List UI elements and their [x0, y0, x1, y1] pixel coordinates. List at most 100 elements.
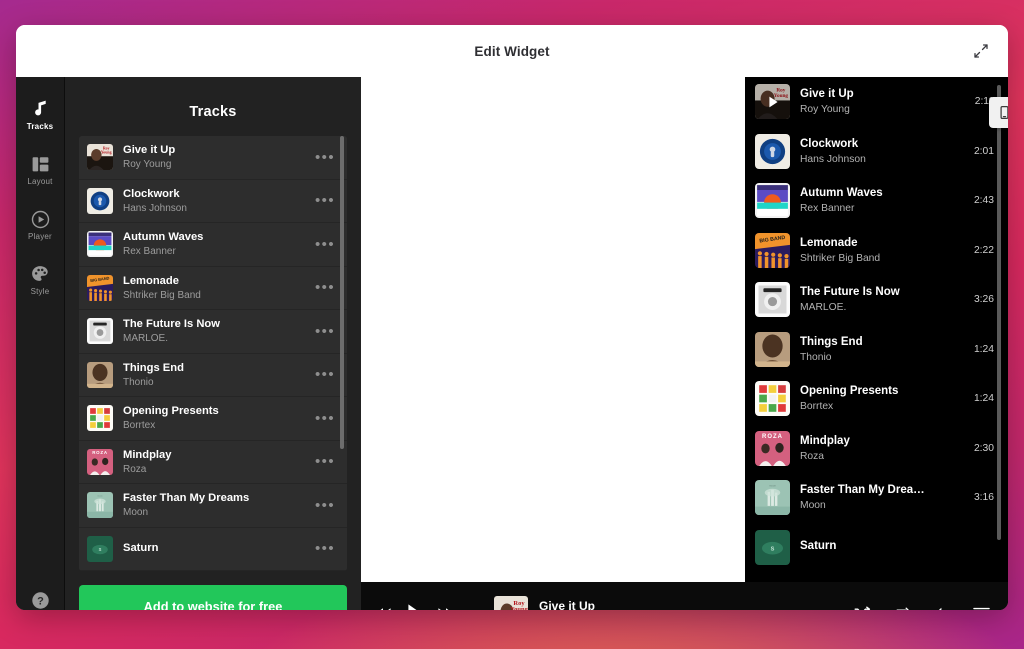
list-item[interactable]: BIG BAND Lemonade Shtriker Big Band 2:22: [745, 226, 1008, 276]
add-to-website-button[interactable]: Add to website for free: [79, 585, 347, 610]
list-item[interactable]: Opening Presents Borrtex 1:24: [745, 374, 1008, 424]
list-item[interactable]: Roy Young Give it Up Roy Young 2:11: [745, 77, 1008, 127]
table-row[interactable]: Opening Presents Borrtex •••: [79, 397, 347, 441]
track-title: Faster Than My Dreams: [123, 492, 250, 505]
list-item[interactable]: The Future Is Now MARLOE. 3:26: [745, 275, 1008, 325]
layout-grid-icon: [30, 154, 50, 174]
next-icon[interactable]: [437, 606, 454, 610]
list-item[interactable]: Autumn Waves Rex Banner 2:43: [745, 176, 1008, 226]
track-artist: Roy Young: [800, 104, 850, 116]
track-menu-button[interactable]: •••: [309, 237, 341, 252]
repeat-icon[interactable]: [894, 606, 910, 610]
table-row[interactable]: S Saturn •••: [79, 527, 347, 571]
svg-text:ROZA: ROZA: [92, 450, 108, 455]
sidebar-item-style[interactable]: Style: [16, 258, 65, 300]
list-item[interactable]: S Saturn: [745, 523, 1008, 573]
track-title: The Future Is Now: [123, 318, 220, 331]
list-item[interactable]: Clockwork Hans Johnson 2:01: [745, 127, 1008, 177]
sidebar-item-player[interactable]: Player: [16, 203, 65, 245]
track-menu-button[interactable]: •••: [309, 324, 341, 339]
play-icon[interactable]: [406, 603, 423, 610]
track-artist: MARLOE.: [800, 302, 847, 314]
previous-icon[interactable]: [375, 606, 392, 610]
svg-text:Roy: Roy: [103, 147, 110, 151]
track-title: Give it Up: [800, 88, 854, 101]
track-artist: Thonio: [800, 351, 832, 363]
track-meta: Opening Presents Borrtex: [123, 404, 299, 432]
album-art: ROZA: [755, 430, 790, 466]
svg-text:moon: moon: [769, 484, 776, 488]
track-menu-button[interactable]: •••: [309, 454, 341, 469]
track-title: Autumn Waves: [800, 187, 883, 200]
table-row[interactable]: Things End Thonio •••: [79, 353, 347, 397]
tracks-scrollbar[interactable]: [340, 136, 344, 450]
shuffle-icon[interactable]: [854, 606, 871, 610]
track-artist: Shtriker Big Band: [123, 289, 201, 301]
svg-text:Young: Young: [510, 606, 528, 610]
preview-scrollbar[interactable]: [997, 85, 1001, 540]
album-art: [87, 405, 113, 432]
list-item[interactable]: moon Faster Than My Drea… Moon 3:16: [745, 473, 1008, 523]
now-playing-meta: Give it Up Roy Young: [539, 598, 595, 610]
album-art: [755, 331, 790, 367]
track-meta: Saturn: [800, 539, 980, 555]
album-art: [87, 187, 113, 214]
sidebar-item-help[interactable]: ? Help: [16, 584, 65, 610]
track-menu-button[interactable]: •••: [309, 193, 341, 208]
sidebar-item-label: Layout: [27, 177, 53, 186]
track-menu-button[interactable]: •••: [309, 411, 341, 426]
album-art: Roy Young: [87, 144, 113, 171]
track-duration: 2:30: [973, 442, 994, 454]
list-item[interactable]: ROZA Mindplay Roza 2:30: [745, 424, 1008, 474]
album-art: BIG BAND: [87, 274, 113, 301]
track-title: Saturn: [800, 540, 837, 553]
table-row[interactable]: moon Faster Than My Dreams Moon •••: [79, 484, 347, 528]
widget-canvas[interactable]: [361, 77, 745, 610]
table-row[interactable]: ROZA Mindplay Roza •••: [79, 440, 347, 484]
track-title: Autumn Waves: [123, 231, 204, 244]
album-art: [87, 318, 113, 345]
play-icon[interactable]: [755, 84, 790, 120]
album-art: [755, 133, 790, 169]
track-artist: Shtriker Big Band: [800, 252, 881, 264]
track-menu-button[interactable]: •••: [309, 367, 341, 382]
track-title: Faster Than My Drea…: [800, 484, 925, 497]
track-meta: Autumn Waves Rex Banner: [123, 230, 299, 258]
expand-arrows-icon[interactable]: [968, 38, 994, 64]
table-row[interactable]: BIG BAND Lemonade Shtriker Big Band •••: [79, 266, 347, 310]
edit-widget-window: Edit Widget Tracks Layout Player Style ?…: [16, 25, 1008, 610]
tracks-list: Roy Young Give it Up Roy Young ••• Clock…: [79, 136, 347, 571]
track-duration: 3:16: [973, 492, 994, 504]
table-row[interactable]: Autumn Waves Rex Banner •••: [79, 223, 347, 267]
track-artist: Moon: [800, 500, 826, 512]
track-menu-button[interactable]: •••: [309, 541, 341, 556]
table-row[interactable]: Roy Young Give it Up Roy Young •••: [79, 136, 347, 180]
track-menu-button[interactable]: •••: [309, 150, 341, 165]
track-meta: Lemonade Shtriker Big Band: [800, 236, 960, 265]
track-menu-button[interactable]: •••: [309, 280, 341, 295]
mobile-phone-icon[interactable]: [989, 97, 1008, 128]
track-meta: Give it Up Roy Young: [123, 143, 299, 171]
track-meta: Clockwork Hans Johnson: [800, 137, 960, 166]
svg-text:S: S: [99, 547, 102, 552]
player-bar: Roy Young Give it Up Roy Young: [361, 582, 1008, 610]
sidebar-item-tracks[interactable]: Tracks: [16, 93, 65, 135]
track-artist: Moon: [123, 507, 149, 519]
track-meta: Autumn Waves Rex Banner: [800, 186, 960, 215]
now-playing: Roy Young Give it Up Roy Young: [494, 596, 595, 610]
track-duration: 1:24: [973, 393, 994, 405]
svg-text:S: S: [771, 546, 775, 552]
album-art: moon: [87, 492, 113, 519]
volume-icon[interactable]: [933, 606, 950, 610]
track-menu-button[interactable]: •••: [309, 498, 341, 513]
queue-icon[interactable]: [973, 607, 990, 611]
album-art: [87, 231, 113, 258]
table-row[interactable]: Clockwork Hans Johnson •••: [79, 179, 347, 223]
table-row[interactable]: The Future Is Now MARLOE. •••: [79, 310, 347, 354]
track-title: Mindplay: [800, 434, 850, 447]
track-title: The Future Is Now: [800, 286, 900, 299]
sidebar-item-label: Style: [30, 287, 50, 296]
list-item[interactable]: Things End Thonio 1:24: [745, 325, 1008, 375]
sidebar-item-layout[interactable]: Layout: [16, 148, 65, 190]
track-title: Lemonade: [800, 236, 858, 249]
